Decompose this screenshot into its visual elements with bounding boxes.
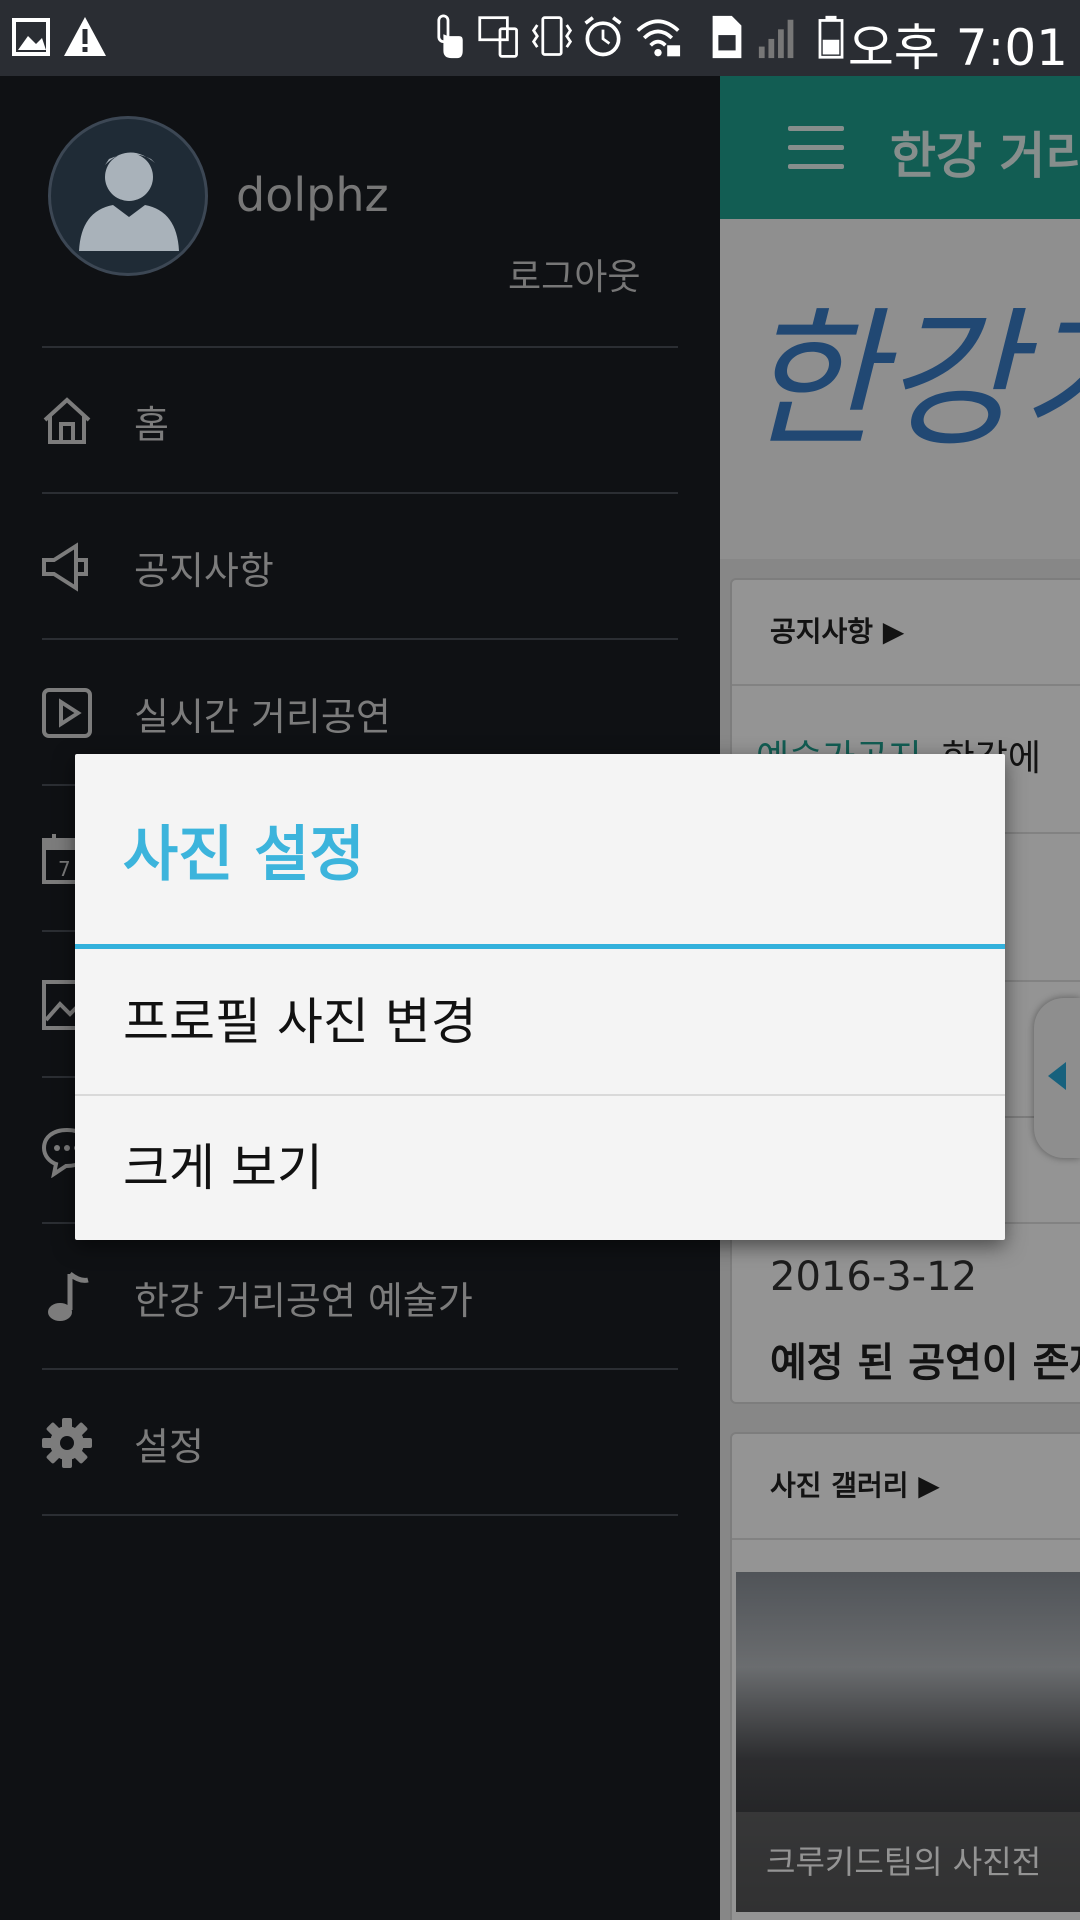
status-time: 오후 7:01 bbox=[847, 19, 1068, 77]
nav-item-label: 실시간 거리공연 bbox=[134, 695, 391, 739]
battery-icon bbox=[818, 15, 844, 59]
logout-link[interactable]: 로그아웃 bbox=[508, 248, 640, 300]
nav-item-label: 홈 bbox=[134, 403, 169, 447]
nav-item-settings[interactable]: 설정 bbox=[0, 1370, 720, 1516]
photo-settings-dialog: 사진 설정 프로필 사진 변경 크게 보기 bbox=[75, 754, 1005, 1240]
signal-icon bbox=[758, 19, 794, 59]
dialog-title-divider bbox=[75, 944, 1005, 949]
dialog-title: 사진 설정 bbox=[123, 820, 365, 890]
person-icon bbox=[79, 152, 179, 251]
wifi-icon bbox=[636, 19, 681, 57]
nav-item-label: 한강 거리공연 예술가 bbox=[134, 1279, 473, 1323]
gear-icon bbox=[42, 1418, 92, 1468]
touch-icon bbox=[437, 14, 463, 59]
sim-icon bbox=[712, 15, 742, 59]
avatar[interactable] bbox=[48, 116, 208, 276]
nav-item-label: 설정 bbox=[134, 1425, 204, 1469]
nav-item-artists[interactable]: 한강 거리공연 예술가 bbox=[0, 1224, 720, 1370]
change-profile-photo-option[interactable]: 프로필 사진 변경 bbox=[75, 950, 1005, 1094]
music-note-icon bbox=[48, 1272, 89, 1321]
nav-item-notice[interactable]: 공지사항 bbox=[0, 494, 720, 640]
megaphone-icon bbox=[42, 542, 88, 592]
username: dolphz bbox=[236, 168, 389, 222]
svg-text:7: 7 bbox=[58, 857, 71, 881]
vibrate-icon bbox=[531, 16, 573, 56]
warning-icon bbox=[64, 17, 106, 56]
alarm-icon bbox=[584, 16, 622, 57]
view-large-option[interactable]: 크게 보기 bbox=[75, 1096, 1005, 1240]
nav-item-home[interactable]: 홈 bbox=[0, 348, 720, 494]
home-icon bbox=[43, 397, 91, 444]
play-icon bbox=[42, 688, 92, 738]
screen-mirror-icon bbox=[478, 16, 518, 58]
image-icon bbox=[12, 18, 50, 56]
status-bar: 오후 7:01 bbox=[0, 0, 1080, 77]
nav-item-label: 공지사항 bbox=[134, 549, 274, 593]
divider bbox=[42, 1514, 678, 1516]
